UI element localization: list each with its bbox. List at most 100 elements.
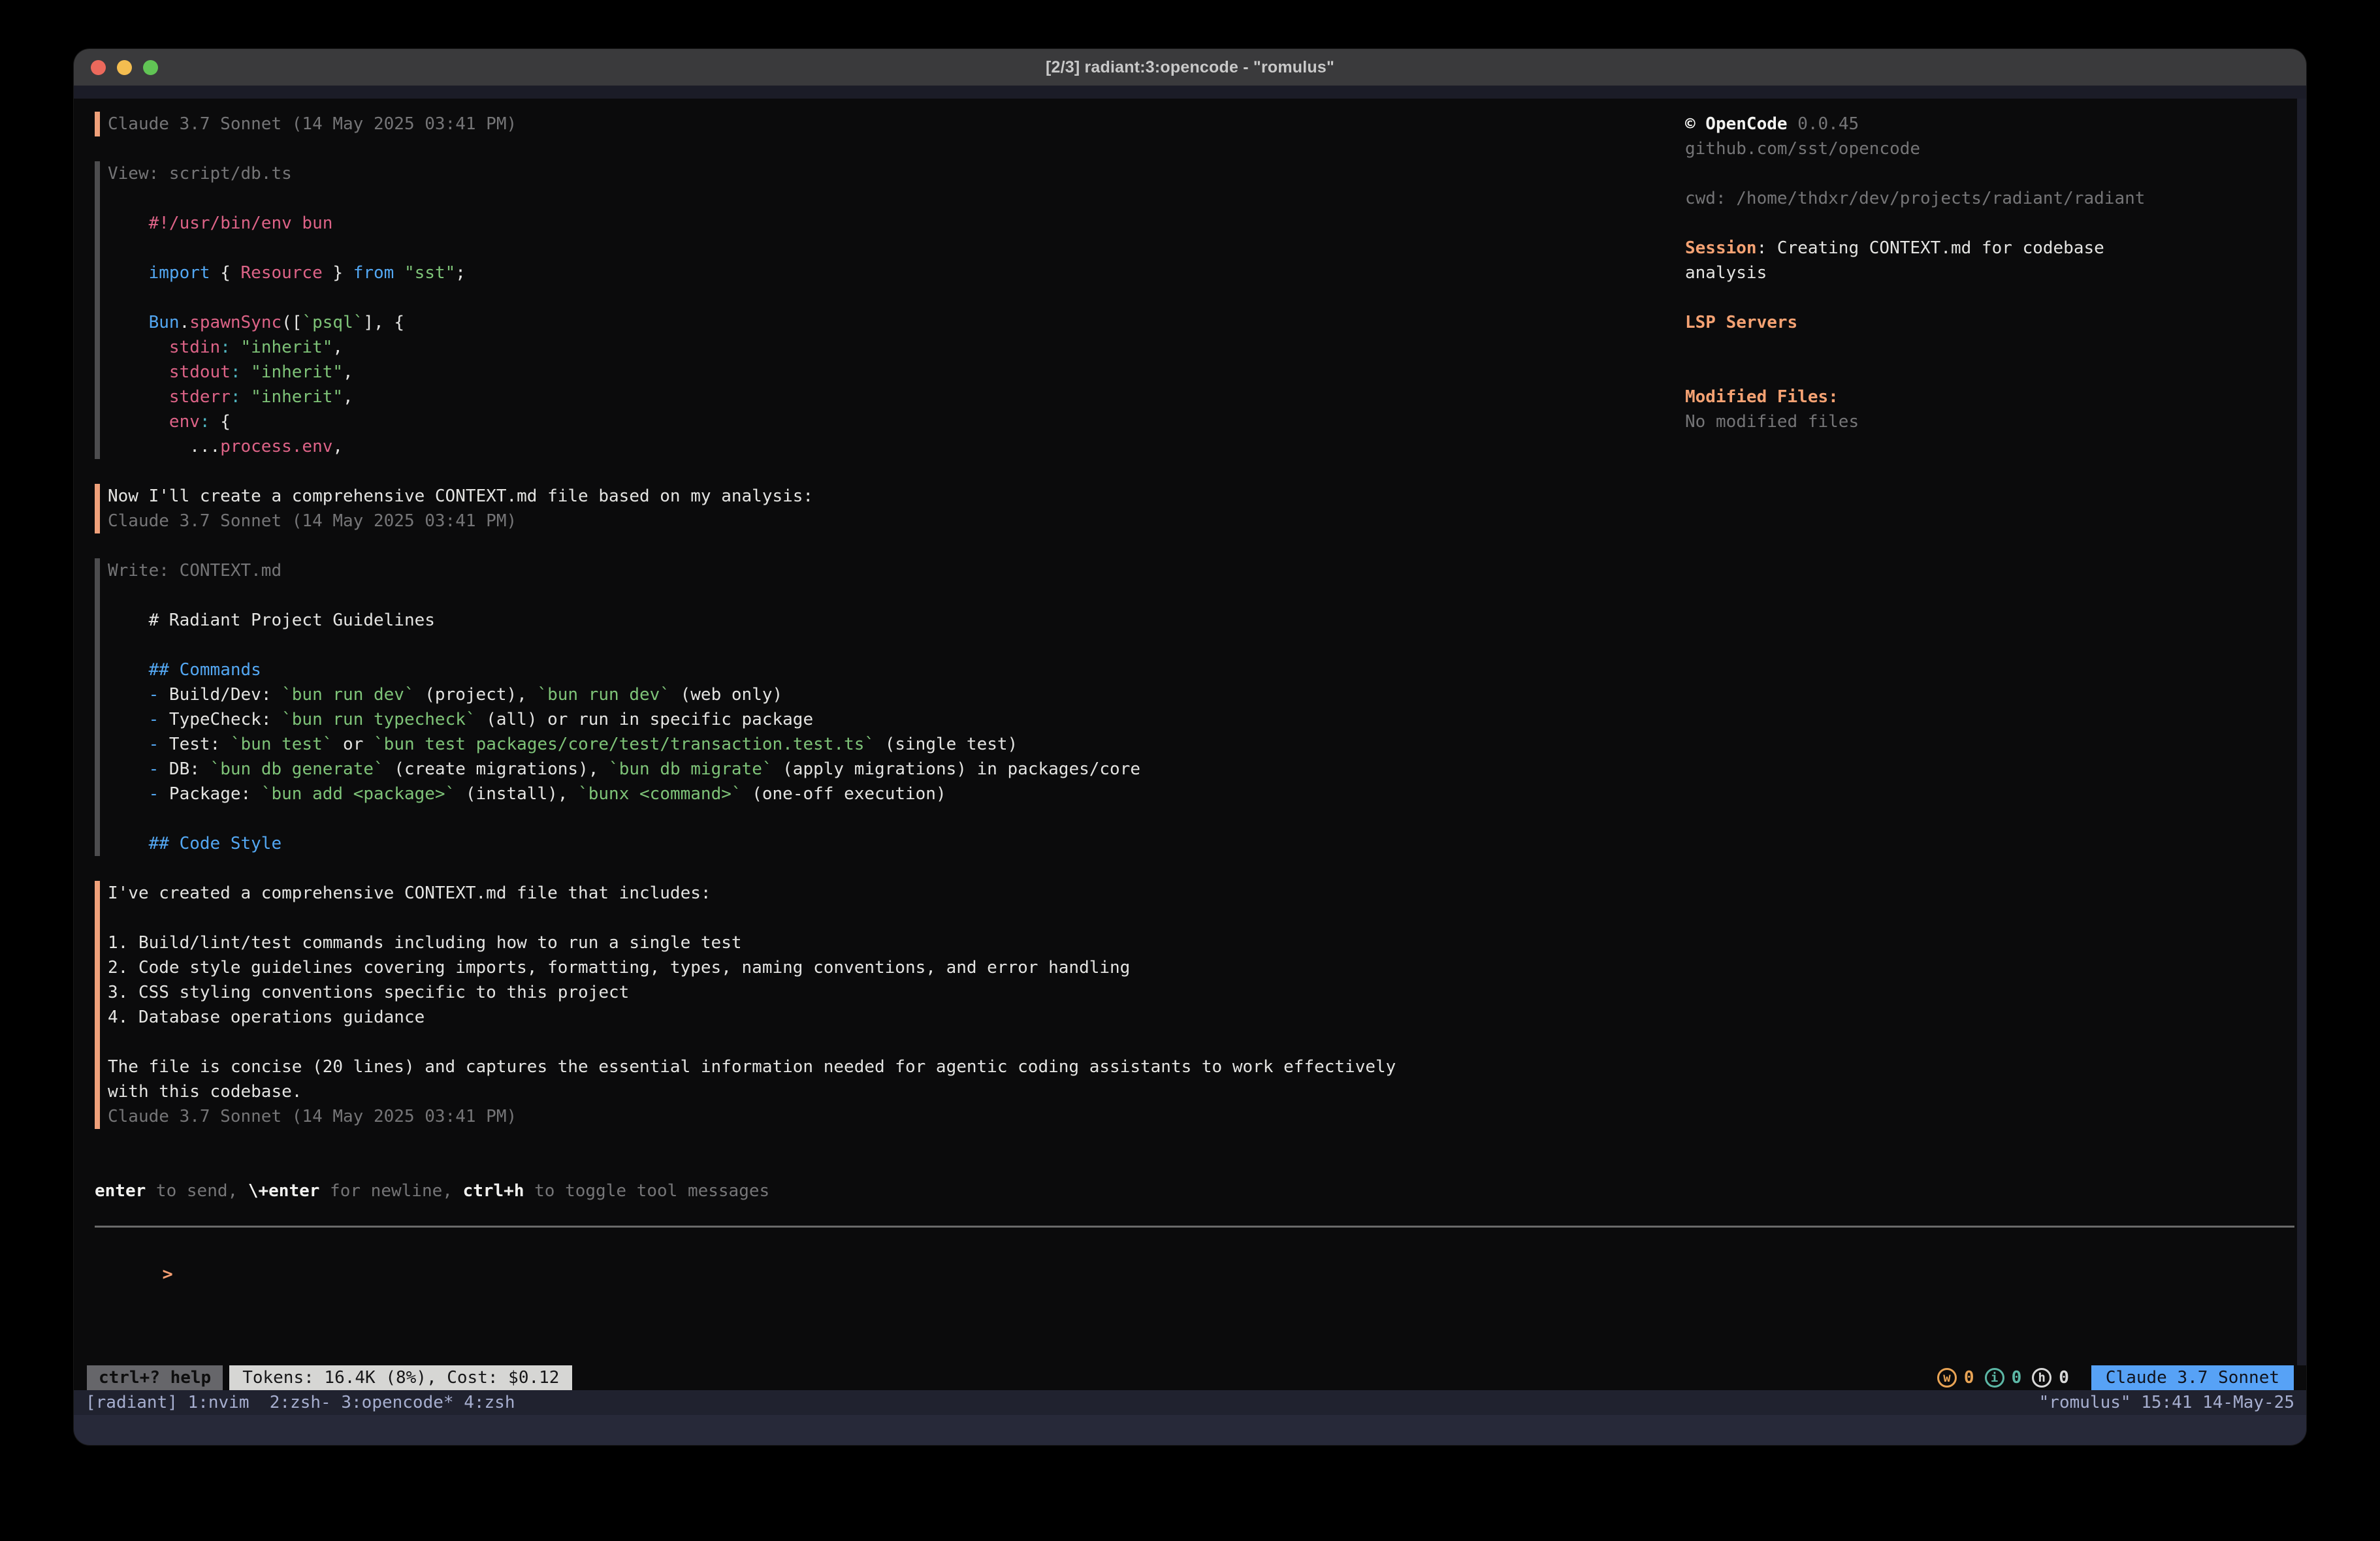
diagnostic-info: i0: [1985, 1368, 2022, 1388]
text-segment: [108, 660, 149, 680]
text-segment: ,: [332, 437, 343, 456]
terminal-line: © OpenCode 0.0.45: [1685, 112, 2289, 136]
text-segment: github.com/sst/opencode: [1685, 139, 1920, 159]
text-segment: Test:: [159, 735, 231, 754]
desktop: { "colors": { "accent_orange": "#f59e72"…: [0, 0, 2380, 1541]
text-segment: Write: CONTEXT.md: [108, 561, 281, 580]
text-segment: `psql`: [302, 313, 363, 332]
diagnostics-cluster: w0 i0 h 0: [1937, 1368, 2069, 1388]
text-segment: View: script/db.ts: [108, 164, 292, 183]
text-segment: .: [180, 313, 190, 332]
text-segment: # Radiant Project Guidelines: [108, 611, 435, 630]
hints-icon: h: [2032, 1368, 2051, 1388]
terminal-line: Now I'll create a comprehensive CONTEXT.…: [108, 484, 1669, 509]
text-segment: -: [149, 784, 159, 804]
text-segment: (single test): [875, 735, 1018, 754]
text-segment: :: [200, 412, 210, 432]
text-segment: ## Commands: [149, 660, 261, 680]
text-segment: [108, 834, 149, 853]
help-shortcut-badge[interactable]: ctrl+? help: [87, 1365, 223, 1390]
text-segment: {: [210, 263, 241, 283]
scrollbar[interactable]: [2297, 99, 2306, 1365]
terminal-line: [108, 285, 1669, 310]
input-help-line: enter to send, \+enter for newline, ctrl…: [95, 1179, 769, 1203]
tmux-window-4[interactable]: 4:zsh: [454, 1393, 515, 1412]
text-segment: [108, 412, 169, 432]
text-segment: \+enter: [248, 1181, 320, 1201]
terminal-line: [1685, 285, 2289, 310]
terminal-line: # Radiant Project Guidelines: [108, 608, 1669, 633]
terminal-line: 4. Database operations guidance: [108, 1005, 1669, 1030]
text-segment: [108, 735, 149, 754]
terminal-line: import { Resource } from "sst";: [108, 261, 1669, 285]
input-separator: [95, 1226, 2294, 1228]
terminal-line: stdout: "inherit",: [108, 360, 1669, 385]
terminal-bottom-padding: [74, 1415, 2306, 1445]
text-segment: `bun add <package>`: [261, 784, 455, 804]
terminal-line: ## Commands: [108, 658, 1669, 682]
text-segment: ctrl+h: [463, 1181, 524, 1201]
text-segment: "inherit": [241, 338, 333, 357]
text-segment: #!/usr/bin/env bun: [149, 214, 333, 233]
terminal-line: ## Code Style: [108, 831, 1669, 856]
tool-accent-bar: [95, 161, 100, 459]
warnings-count: 0: [1964, 1368, 1974, 1388]
text-segment: Now I'll create a comprehensive CONTEXT.…: [108, 486, 813, 506]
text-segment: [241, 387, 251, 407]
text-segment: `bun test packages/core/test/transaction…: [374, 735, 875, 754]
text-segment: (web only): [670, 685, 782, 705]
text-segment: }: [323, 263, 353, 283]
terminal-top-padding: [74, 86, 2306, 99]
diagnostic-warnings: w0: [1937, 1368, 1974, 1388]
terminal-line: Modified Files:: [1685, 385, 2289, 409]
text-segment: from: [353, 263, 394, 283]
text-segment: {: [210, 412, 231, 432]
assistant-summary: I've created a comprehensive CONTEXT.md …: [95, 881, 1669, 1129]
text-segment: env: [169, 412, 200, 432]
text-segment: :: [231, 387, 241, 407]
text-segment: 3. CSS styling conventions specific to t…: [108, 983, 629, 1002]
text-segment: [108, 685, 149, 705]
text-segment: ([: [281, 313, 302, 332]
window-title: [2/3] radiant:3:opencode - "romulus": [1046, 58, 1334, 77]
model-badge[interactable]: Claude 3.7 Sonnet: [2091, 1365, 2294, 1390]
text-segment: cwd: /home/thdxr/dev/projects/radiant/ra…: [1685, 189, 2145, 208]
tmux-window-2[interactable]: 2:zsh-: [259, 1393, 331, 1412]
text-segment: [108, 338, 169, 357]
terminal-line: Session: Creating CONTEXT.md for codebas…: [1685, 236, 2289, 261]
text-segment: I've created a comprehensive CONTEXT.md …: [108, 883, 711, 903]
text-segment: (install),: [455, 784, 578, 804]
window-titlebar[interactable]: [2/3] radiant:3:opencode - "romulus": [74, 49, 2306, 86]
terminal-line: LSP Servers: [1685, 310, 2289, 335]
text-segment: to send,: [146, 1181, 248, 1201]
warnings-icon: w: [1937, 1368, 1957, 1388]
terminal-line: Bun.spawnSync([`psql`], {: [108, 310, 1669, 335]
prompt-input[interactable]: >: [99, 1237, 173, 1312]
text-segment: "sst": [404, 263, 455, 283]
terminal-line: I've created a comprehensive CONTEXT.md …: [108, 881, 1669, 906]
text-segment: ;: [455, 263, 466, 283]
text-segment: Claude 3.7 Sonnet (14 May 2025 03:41 PM): [108, 1107, 517, 1126]
text-segment: `bunx <command>`: [578, 784, 741, 804]
text-segment: [108, 263, 149, 283]
text-segment: `bun run dev`: [537, 685, 670, 705]
terminal-line: github.com/sst/opencode: [1685, 136, 2289, 161]
tmux-window-1[interactable]: 1:nvim: [188, 1393, 260, 1412]
minimize-button[interactable]: [117, 60, 132, 75]
text-segment: :: [231, 362, 241, 382]
text-segment: Resource: [241, 263, 323, 283]
maximize-button[interactable]: [143, 60, 158, 75]
text-segment: :: [220, 338, 231, 357]
block-lines: View: script/db.ts #!/usr/bin/env bun im…: [108, 161, 1669, 459]
text-segment: The file is concise (20 lines) and captu…: [108, 1057, 1396, 1077]
text-segment: with this codebase.: [108, 1082, 302, 1102]
info-icon: i: [1985, 1368, 2004, 1388]
text-segment: `bun db generate`: [210, 759, 384, 779]
text-segment: [108, 759, 149, 779]
close-button[interactable]: [91, 60, 106, 75]
terminal-line: [108, 583, 1669, 608]
terminal-line: [1685, 360, 2289, 385]
terminal-line: env: {: [108, 409, 1669, 434]
terminal-line: - Test: `bun test` or `bun test packages…: [108, 732, 1669, 757]
tmux-window-3[interactable]: 3:opencode*: [331, 1393, 454, 1412]
